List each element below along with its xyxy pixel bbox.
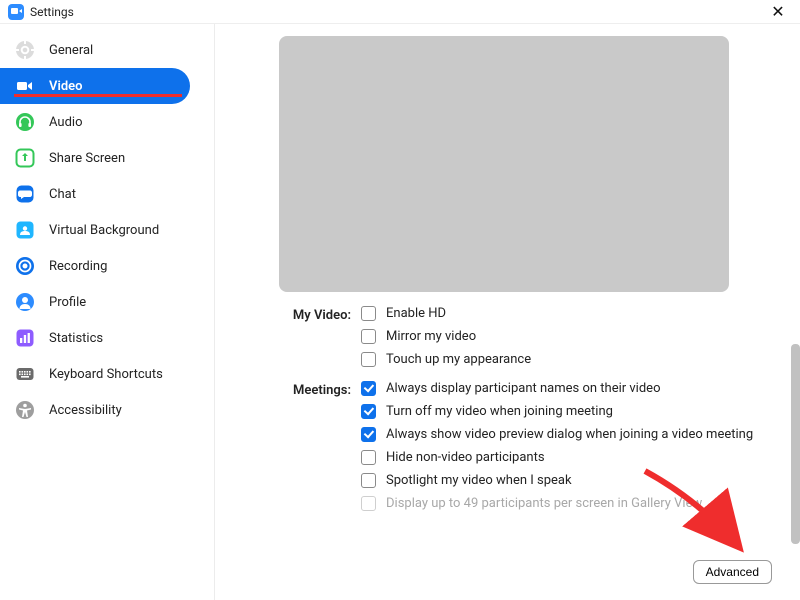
sidebar-item-general[interactable]: General bbox=[0, 32, 214, 68]
option-label: Always display participant names on thei… bbox=[386, 381, 660, 396]
option-preview-dialog[interactable]: Always show video preview dialog when jo… bbox=[361, 427, 753, 442]
option-label: Mirror my video bbox=[386, 329, 476, 344]
option-label: Turn off my video when joining meeting bbox=[386, 404, 613, 419]
settings-sidebar: General Video Audio Share Screen Chat bbox=[0, 24, 215, 600]
sidebar-item-share-screen[interactable]: Share Screen bbox=[0, 140, 214, 176]
checkbox-spotlight[interactable] bbox=[361, 473, 376, 488]
option-mirror-video[interactable]: Mirror my video bbox=[361, 329, 531, 344]
sidebar-item-label: Video bbox=[49, 79, 83, 94]
video-camera-icon bbox=[14, 75, 36, 97]
sidebar-item-label: General bbox=[49, 43, 93, 58]
sidebar-item-label: Profile bbox=[49, 295, 86, 310]
checkbox-display-names[interactable] bbox=[361, 381, 376, 396]
profile-icon bbox=[14, 291, 36, 313]
virtual-background-icon bbox=[14, 219, 36, 241]
option-touch-up[interactable]: Touch up my appearance bbox=[361, 352, 531, 367]
checkbox-touch-up[interactable] bbox=[361, 352, 376, 367]
option-display-names[interactable]: Always display participant names on thei… bbox=[361, 381, 753, 396]
option-label: Hide non-video participants bbox=[386, 450, 545, 465]
sidebar-item-label: Virtual Background bbox=[49, 223, 159, 238]
scrollbar-thumb[interactable] bbox=[791, 344, 800, 544]
option-label: Enable HD bbox=[386, 306, 446, 321]
sidebar-item-virtual-background[interactable]: Virtual Background bbox=[0, 212, 214, 248]
chat-bubble-icon bbox=[14, 183, 36, 205]
sidebar-item-label: Recording bbox=[49, 259, 107, 274]
option-enable-hd[interactable]: Enable HD bbox=[361, 306, 531, 321]
sidebar-item-label: Keyboard Shortcuts bbox=[49, 367, 163, 382]
window-title: Settings bbox=[30, 5, 74, 19]
share-screen-icon bbox=[14, 147, 36, 169]
camera-preview bbox=[279, 36, 729, 292]
checkbox-gallery-49 bbox=[361, 496, 376, 511]
app-logo-icon bbox=[8, 4, 24, 20]
checkbox-hide-nonvideo[interactable] bbox=[361, 450, 376, 465]
advanced-button[interactable]: Advanced bbox=[693, 560, 772, 584]
sidebar-item-profile[interactable]: Profile bbox=[0, 284, 214, 320]
sidebar-item-statistics[interactable]: Statistics bbox=[0, 320, 214, 356]
section-label-meetings: Meetings: bbox=[279, 381, 361, 519]
accessibility-icon bbox=[14, 399, 36, 421]
section-my-video: My Video: Enable HD Mirror my video Touc… bbox=[279, 306, 760, 375]
sidebar-item-label: Statistics bbox=[49, 331, 103, 346]
sidebar-item-keyboard-shortcuts[interactable]: Keyboard Shortcuts bbox=[0, 356, 214, 392]
section-label-my-video: My Video: bbox=[279, 306, 361, 375]
option-label: Always show video preview dialog when jo… bbox=[386, 427, 753, 442]
sidebar-item-audio[interactable]: Audio bbox=[0, 104, 214, 140]
option-spotlight[interactable]: Spotlight my video when I speak bbox=[361, 473, 753, 488]
sidebar-item-accessibility[interactable]: Accessibility bbox=[0, 392, 214, 428]
statistics-icon bbox=[14, 327, 36, 349]
option-hide-nonvideo[interactable]: Hide non-video participants bbox=[361, 450, 753, 465]
option-label: Display up to 49 participants per screen… bbox=[386, 496, 702, 511]
checkbox-turn-off-join[interactable] bbox=[361, 404, 376, 419]
title-bar: Settings ✕ bbox=[0, 0, 800, 24]
option-turn-off-join[interactable]: Turn off my video when joining meeting bbox=[361, 404, 753, 419]
checkbox-enable-hd[interactable] bbox=[361, 306, 376, 321]
sidebar-item-label: Share Screen bbox=[49, 151, 125, 166]
sidebar-item-chat[interactable]: Chat bbox=[0, 176, 214, 212]
option-label: Touch up my appearance bbox=[386, 352, 531, 367]
content-scrollbar[interactable] bbox=[791, 344, 800, 584]
sidebar-item-recording[interactable]: Recording bbox=[0, 248, 214, 284]
gear-icon bbox=[14, 39, 36, 61]
option-gallery-49: Display up to 49 participants per screen… bbox=[361, 496, 753, 511]
section-meetings: Meetings: Always display participant nam… bbox=[279, 381, 760, 519]
checkbox-preview-dialog[interactable] bbox=[361, 427, 376, 442]
sidebar-item-label: Chat bbox=[49, 187, 76, 202]
sidebar-item-label: Accessibility bbox=[49, 403, 122, 418]
record-icon bbox=[14, 255, 36, 277]
option-label: Spotlight my video when I speak bbox=[386, 473, 572, 488]
main-area: General Video Audio Share Screen Chat bbox=[0, 24, 800, 600]
checkbox-mirror-video[interactable] bbox=[361, 329, 376, 344]
sidebar-item-label: Audio bbox=[49, 115, 82, 130]
sidebar-item-video[interactable]: Video bbox=[0, 68, 190, 104]
close-button[interactable]: ✕ bbox=[764, 2, 792, 22]
headphones-icon bbox=[14, 111, 36, 133]
video-settings-panel: My Video: Enable HD Mirror my video Touc… bbox=[215, 24, 800, 600]
keyboard-icon bbox=[14, 363, 36, 385]
